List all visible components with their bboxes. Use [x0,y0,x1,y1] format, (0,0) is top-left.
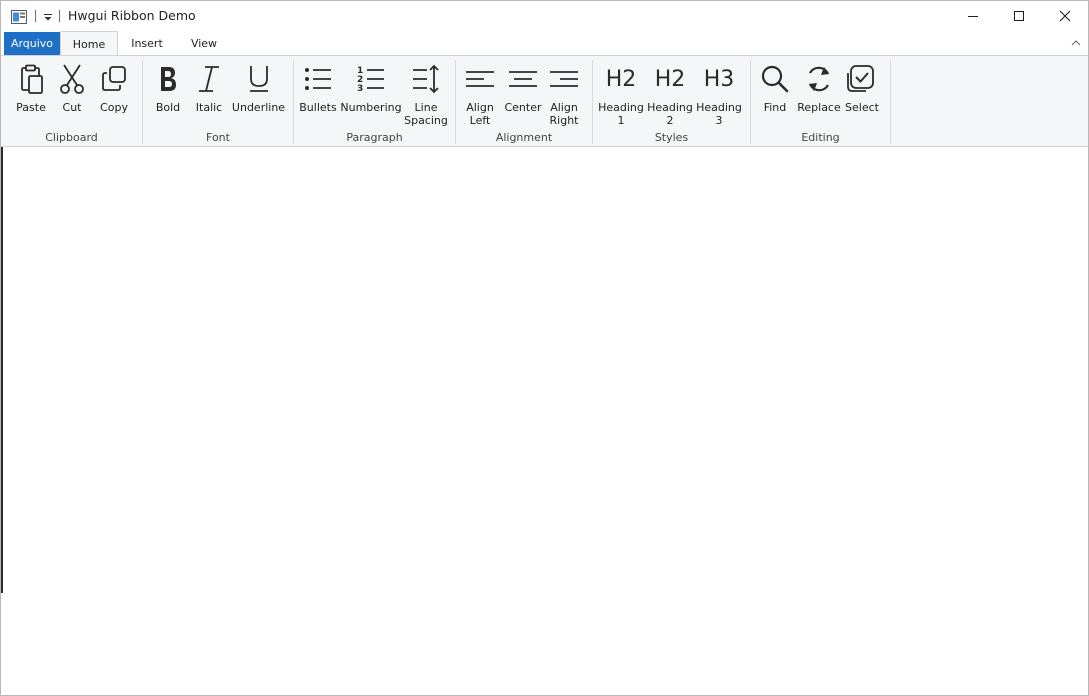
line-spacing-button[interactable]: Line Spacing [404,58,448,130]
numbering-label: Numbering [340,101,402,114]
select-button[interactable]: Select [844,58,880,130]
find-button[interactable]: Find [757,58,793,130]
find-label: Find [763,101,787,114]
group-label-font: Font [206,131,230,144]
line-spacing-label-line1: Line [414,101,438,114]
group-editing: Find Replace Select Editing [751,56,890,147]
replace-icon [803,63,835,95]
minimize-button[interactable] [950,1,996,31]
collapse-ribbon-button[interactable] [1067,35,1085,51]
align-left-label-line2: Left [469,114,491,127]
paste-label: Paste [16,101,46,114]
group-label-editing: Editing [801,131,840,144]
heading-2-button[interactable]: H2 Heading 2 [646,58,694,130]
paste-button[interactable]: Paste [11,58,51,130]
align-right-button[interactable]: Align Right [546,58,582,130]
group-styles: H2 Heading 1 H2 Heading 2 H3 Heading 3 S… [593,56,750,147]
bullet-list-icon [302,63,334,95]
heading-3-icon: H3 [703,66,735,92]
heading-1-number: 1 [617,114,625,127]
heading-1-label: Heading [598,101,644,114]
align-left-icon [464,63,496,95]
heading-2-label: Heading [647,101,693,114]
maximize-button[interactable] [996,1,1042,31]
bold-icon [152,63,184,95]
document-editor-area[interactable] [1,147,1088,695]
italic-label: Italic [195,101,223,114]
svg-text:3: 3 [357,84,363,94]
line-spacing-icon [410,63,442,95]
window-title: Hwgui Ribbon Demo [68,8,196,23]
underline-button[interactable]: Underline [231,58,286,130]
tab-insert[interactable]: Insert [122,31,172,55]
app-window-icon[interactable] [11,9,27,24]
italic-icon [193,63,225,95]
align-center-label: Center [504,101,542,114]
numbered-list-icon: 123 [355,63,387,95]
select-all-icon [846,63,878,95]
copy-button[interactable]: Copy [94,58,134,130]
ribbon-tab-row: Arquivo Home Insert View [1,31,1088,56]
ribbon-panel: Paste Cut Copy Clipboard Bold Italic Und… [1,55,1088,147]
align-center-button[interactable]: Center [503,58,543,130]
replace-button[interactable]: Replace [795,58,843,130]
copy-label: Copy [100,101,128,114]
line-spacing-label-line2: Spacing [404,114,448,127]
align-right-label-line1: Align [550,101,578,114]
group-label-styles: Styles [654,131,689,144]
group-font: Bold Italic Underline Font [143,56,293,147]
align-left-label-line1: Align [466,101,494,114]
tab-home[interactable]: Home [60,31,118,56]
minimize-icon [968,16,978,17]
close-button[interactable] [1042,1,1088,31]
align-right-label-line2: Right [549,114,579,127]
tab-view[interactable]: View [181,31,227,55]
chevron-up-icon [1071,40,1081,46]
group-paragraph: Bullets 123 Numbering Line Spacing Parag… [294,56,455,147]
group-separator [890,60,891,144]
align-center-icon [507,63,539,95]
tab-file[interactable]: Arquivo [4,32,60,55]
select-label: Select [845,101,879,114]
heading-2-icon: H2 [654,66,686,92]
quick-access-dropdown-icon[interactable] [41,9,55,23]
background-window-edge [1,147,3,593]
close-icon [1059,10,1071,22]
numbering-button[interactable]: 123 Numbering [340,58,402,130]
heading-3-label: Heading [696,101,742,114]
group-label-alignment: Alignment [495,131,553,144]
scissors-icon [56,63,88,95]
group-clipboard: Paste Cut Copy Clipboard [1,56,142,147]
cut-button[interactable]: Cut [52,58,92,130]
heading-3-button[interactable]: H3 Heading 3 [695,58,743,130]
title-bar[interactable]: Hwgui Ribbon Demo [1,1,1088,31]
search-icon [759,63,791,95]
underline-label: Underline [231,101,286,114]
italic-button[interactable]: Italic [189,58,229,130]
bold-label: Bold [155,101,181,114]
quick-access-separator [59,10,60,22]
heading-1-button[interactable]: H2 Heading 1 [597,58,645,130]
copy-icon [98,63,130,95]
maximize-icon [1014,11,1024,21]
underline-icon [243,63,275,95]
app-window: Hwgui Ribbon Demo Arquivo Home Insert Vi… [0,0,1089,696]
heading-3-number: 3 [715,114,723,127]
group-label-clipboard: Clipboard [45,131,98,144]
group-label-paragraph: Paragraph [346,131,403,144]
group-alignment: Align Left Center Align Right Alignment [456,56,592,147]
replace-label: Replace [797,101,841,114]
bullets-button[interactable]: Bullets [298,58,338,130]
heading-1-icon: H2 [605,66,637,92]
paste-icon [15,63,47,95]
align-right-icon [548,63,580,95]
bullets-label: Bullets [299,101,337,114]
heading-2-number: 2 [666,114,674,127]
cut-label: Cut [62,101,82,114]
bold-button[interactable]: Bold [148,58,188,130]
quick-access-separator [35,10,36,22]
align-left-button[interactable]: Align Left [462,58,498,130]
